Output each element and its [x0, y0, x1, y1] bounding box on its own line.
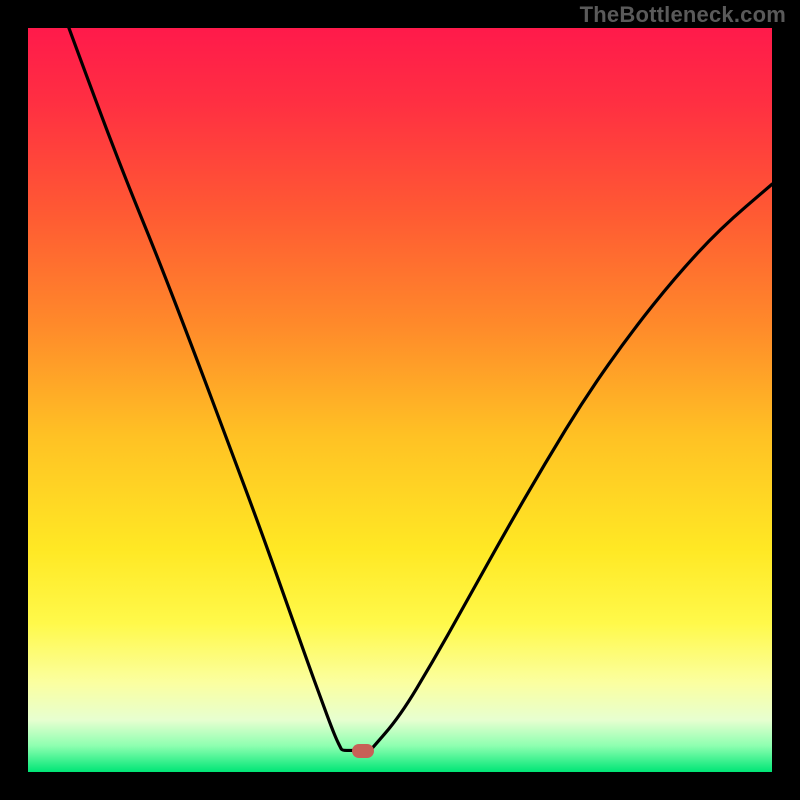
- plot-area: [28, 28, 772, 772]
- watermark-text: TheBottleneck.com: [580, 2, 786, 28]
- gradient-background: [28, 28, 772, 772]
- chart-frame: TheBottleneck.com: [0, 0, 800, 800]
- plot-svg: [28, 28, 772, 772]
- minimum-marker: [352, 744, 374, 758]
